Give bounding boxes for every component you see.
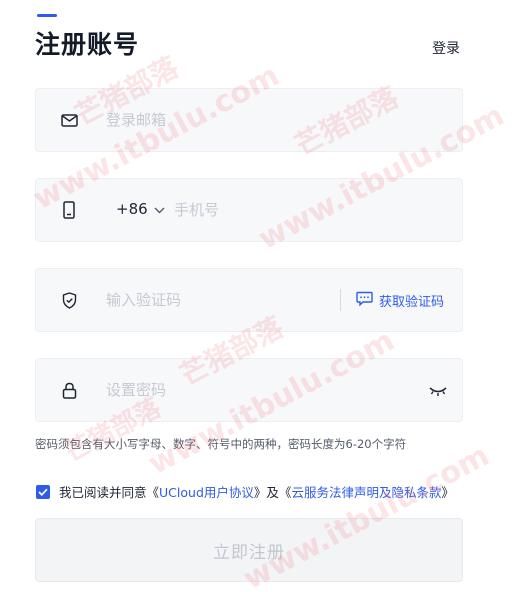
- phone-icon: [60, 201, 78, 219]
- phone-input[interactable]: [174, 179, 444, 241]
- register-button[interactable]: 立即注册: [35, 518, 463, 582]
- email-field-container: [35, 88, 463, 152]
- get-code-label: 获取验证码: [379, 295, 445, 310]
- title-accent-bar: [37, 14, 57, 17]
- agreement-prefix: 我已阅读并同意: [59, 485, 147, 500]
- phone-field-container: +86: [35, 178, 463, 242]
- agreement-checkbox[interactable]: [36, 484, 50, 499]
- email-input[interactable]: [106, 89, 446, 151]
- divider: [340, 289, 341, 311]
- user-agreement-link[interactable]: UCloud用户协议: [159, 482, 254, 501]
- chevron-down-icon: [154, 200, 165, 218]
- mail-icon: [60, 111, 78, 129]
- login-link[interactable]: 登录: [432, 38, 460, 58]
- shield-check-icon: [60, 291, 78, 309]
- message-icon: [356, 291, 373, 310]
- get-code-button[interactable]: 获取验证码: [356, 291, 444, 310]
- country-code-value: +86: [116, 200, 148, 218]
- quote-open-2: 《: [278, 485, 292, 500]
- page-title: 注册账号: [35, 30, 140, 59]
- code-field-container: 获取验证码: [35, 268, 463, 332]
- privacy-terms-link[interactable]: 云服务法律声明及隐私条款: [291, 482, 441, 501]
- password-hint: 密码须包含有大小写字母、数字、符号中的两种，密码长度为6-20个字符: [35, 437, 407, 451]
- quote-close-1: 》: [253, 485, 267, 500]
- agreement-conjunction: 及: [266, 485, 279, 500]
- quote-open-1: 《: [146, 485, 160, 500]
- password-input[interactable]: [106, 359, 406, 421]
- lock-icon: [60, 381, 78, 399]
- country-code-select[interactable]: +86: [116, 200, 165, 218]
- agreement-row: 我已阅读并同意 《 UCloud用户协议 》 及 《 云服务法律声明及隐私条款 …: [36, 482, 454, 501]
- password-field-container: [35, 358, 463, 422]
- quote-close-2: 》: [441, 485, 454, 500]
- eye-closed-icon[interactable]: [428, 383, 448, 397]
- verification-code-input[interactable]: [106, 269, 336, 331]
